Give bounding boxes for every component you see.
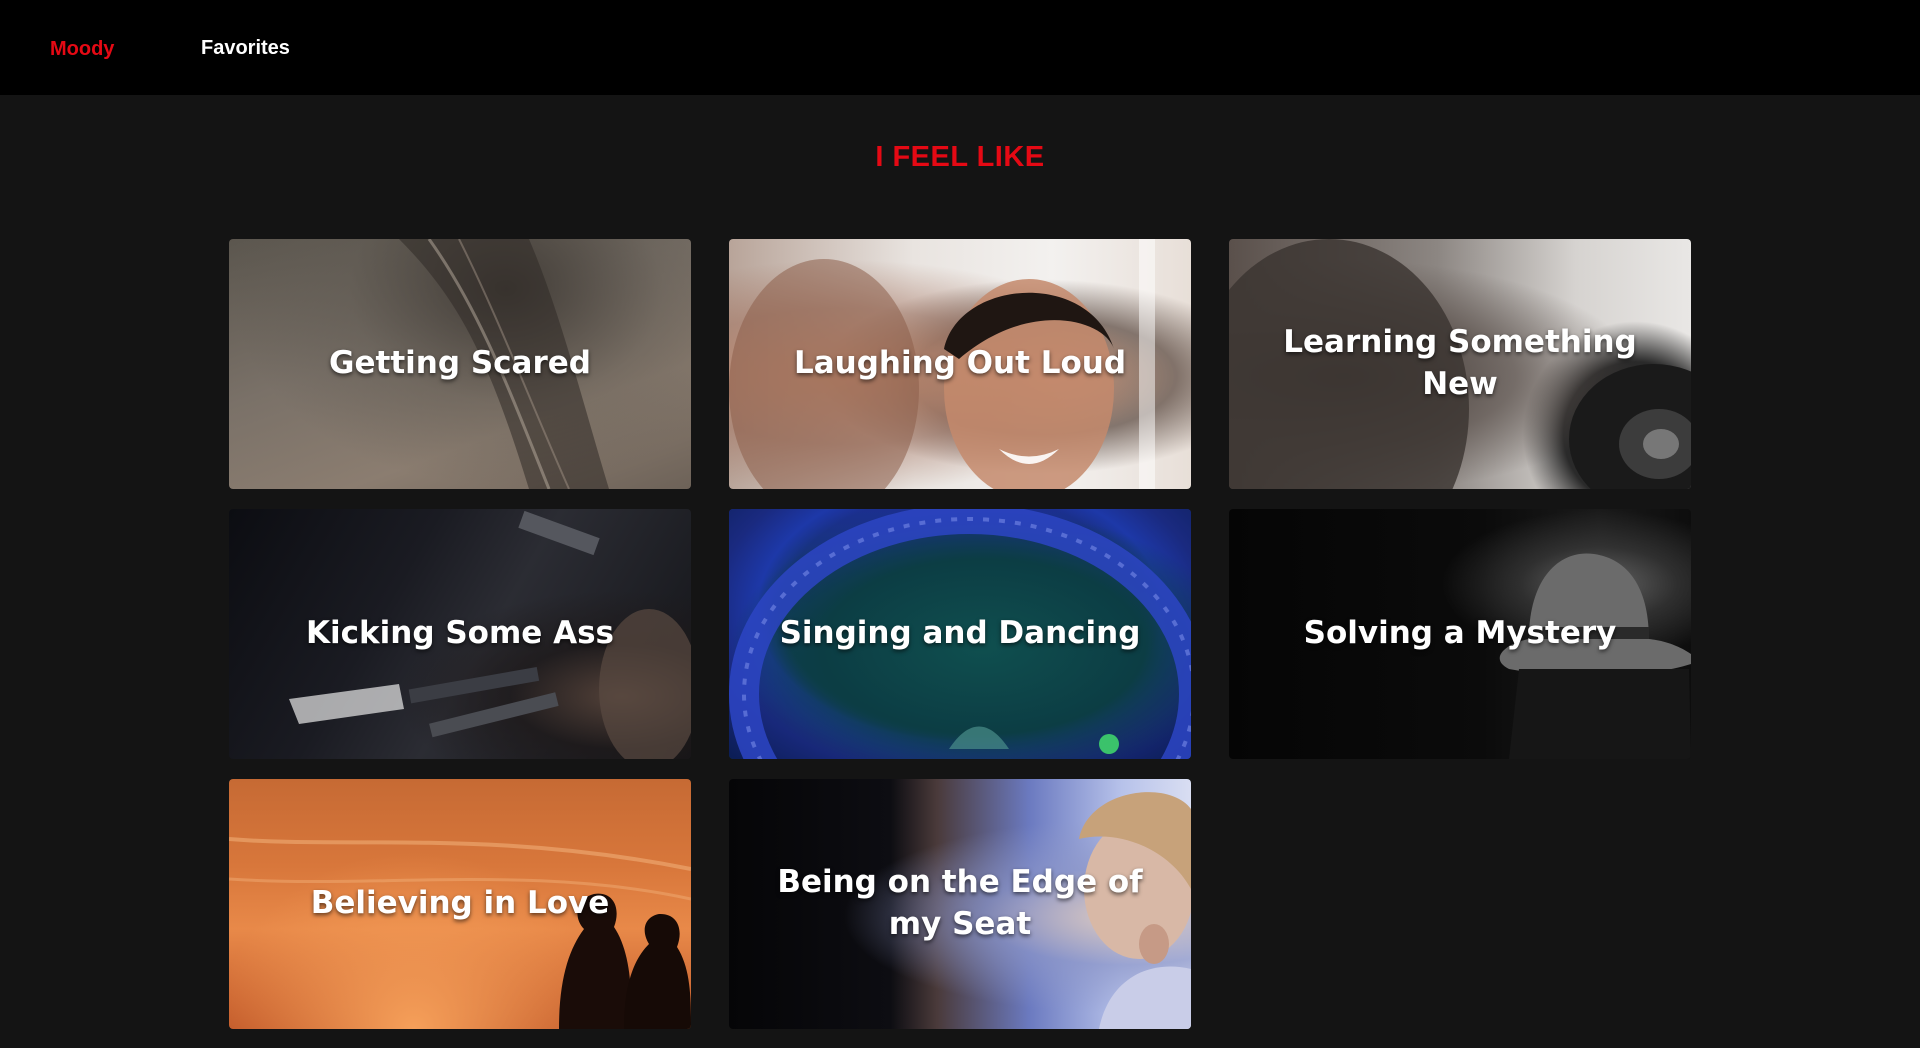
mood-label: Laughing Out Loud xyxy=(793,345,1127,382)
mood-tile-singing-and-dancing[interactable]: Singing and Dancing xyxy=(729,509,1191,759)
mood-label: Singing and Dancing xyxy=(779,615,1141,652)
mood-label: Believing in Love xyxy=(310,885,610,922)
brand-logo-link[interactable]: Moody xyxy=(50,38,114,61)
mood-grid: Getting Scared Laughing Out Loud Learnin… xyxy=(229,239,1691,1029)
mood-tile-believing-in-love[interactable]: Believing in Love xyxy=(229,779,691,1029)
page-heading: I FEEL LIKE xyxy=(875,141,1045,173)
mood-tile-kicking-some-ass[interactable]: Kicking Some Ass xyxy=(229,509,691,759)
top-navigation-bar: Moody Favorites xyxy=(0,0,1920,95)
mood-label: Being on the Edge of my Seat xyxy=(777,864,1143,942)
nav-favorites-link[interactable]: Favorites xyxy=(201,37,290,60)
mood-label: Getting Scared xyxy=(329,345,591,382)
mood-tile-solving-a-mystery[interactable]: Solving a Mystery xyxy=(1229,509,1691,759)
mood-tile-being-on-the-edge-of-my-seat[interactable]: Being on the Edge of my Seat xyxy=(729,779,1191,1029)
mood-label: Solving a Mystery xyxy=(1303,615,1617,652)
mood-tile-laughing-out-loud[interactable]: Laughing Out Loud xyxy=(729,239,1191,489)
mood-tile-learning-something-new[interactable]: Learning Something New xyxy=(1229,239,1691,489)
mood-label: Kicking Some Ass xyxy=(306,615,614,652)
mood-tile-getting-scared[interactable]: Getting Scared xyxy=(229,239,691,489)
mood-label: Learning Something New xyxy=(1283,324,1637,402)
